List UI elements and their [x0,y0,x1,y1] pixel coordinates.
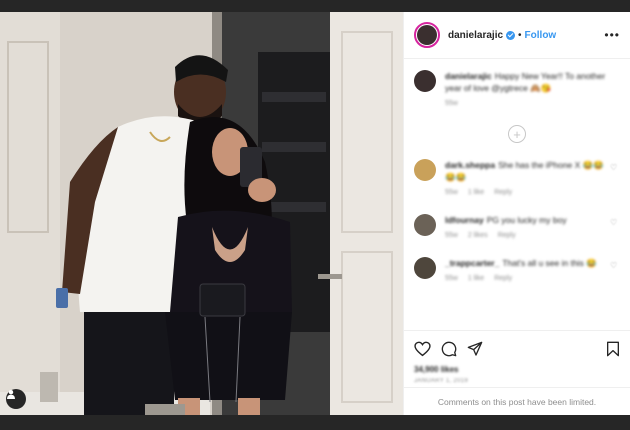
tagged-users-button[interactable] [6,389,26,409]
header-separator: • [518,29,522,41]
comment-avatar[interactable] [414,159,436,181]
user-icon [7,390,15,399]
heart-icon [414,341,431,357]
like-button[interactable] [414,341,431,357]
plus-circle-icon: + [508,125,526,143]
mirror-selfie-image [0,12,403,415]
comment-button[interactable] [441,341,457,357]
comment-username[interactable]: ldfournay [445,215,484,225]
comment-content: PG you lucky my boy [486,215,567,225]
comment-likes[interactable]: 1 like [468,189,484,196]
comment-icon [441,341,457,357]
reply-button[interactable]: Reply [494,275,512,282]
comment-row: ldfournay PG you lucky my boy 55w 2 likes R… [414,214,620,239]
comment-likes[interactable]: 2 likes [468,232,488,239]
comment-like-icon[interactable]: ♡ [610,261,620,270]
share-button[interactable] [467,341,483,357]
comment-content: That's all u see in this 😂 [502,258,597,268]
post-photo[interactable] [0,12,403,415]
caption-age: 55w [445,100,458,107]
comment-row: dark.sheppa She has the iPhone X 😂😂😂😂 55w… [414,159,620,196]
comment-likes[interactable]: 1 like [468,275,484,282]
comment-text: dark.sheppa She has the iPhone X 😂😂😂😂 [445,159,610,183]
more-options-icon[interactable]: ••• [604,28,620,42]
caption-text: danielarajic Happy New Year!! To another … [445,70,620,94]
reply-button[interactable]: Reply [494,189,512,196]
comment-age: 55w [445,275,458,282]
verified-badge-icon [506,30,516,40]
post-actions: 34,900 likes JANUARY 1, 2019 [404,330,630,387]
comment-avatar[interactable] [414,214,436,236]
caption-username[interactable]: danielarajic [445,71,492,81]
caption-avatar[interactable] [414,70,436,92]
share-icon [467,341,483,356]
save-button[interactable] [606,341,620,357]
comment-meta: 55w 1 like Reply [445,275,610,282]
bookmark-icon [607,341,619,357]
comments-limited-notice: Comments on this post have been limited. [404,387,630,415]
post-side-panel: danielarajic • Follow ••• danielarajic Ha… [403,12,630,415]
comment-age: 55w [445,189,458,196]
comment-like-icon[interactable]: ♡ [610,218,620,227]
post-date[interactable]: JANUARY 1, 2019 [414,378,620,384]
likes-count[interactable]: 34,900 likes [414,365,620,374]
caption-row: danielarajic Happy New Year!! To another … [414,70,620,107]
comment-like-icon[interactable]: ♡ [610,163,620,172]
caption-meta: 55w [445,100,620,107]
load-more-comments[interactable]: + [414,125,620,143]
post-header: danielarajic • Follow ••• [404,12,630,59]
comment-username[interactable]: dark.sheppa [445,160,495,170]
comment-age: 55w [445,232,458,239]
comment-row: _trappcarter_ That's all u see in this 😂 … [414,257,620,282]
caption-body: danielarajic Happy New Year!! To another … [445,70,620,107]
comment-text: _trappcarter_ That's all u see in this 😂 [445,257,610,269]
comment-body: ldfournay PG you lucky my boy 55w 2 likes R… [445,214,610,239]
comment-username[interactable]: _trappcarter_ [445,258,499,268]
comment-body: dark.sheppa She has the iPhone X 😂😂😂😂 55w… [445,159,610,196]
comment-body: _trappcarter_ That's all u see in this 😂 … [445,257,610,282]
author-username[interactable]: danielarajic [448,30,503,41]
author-avatar[interactable] [414,22,440,48]
action-icons [414,339,620,359]
post-modal: danielarajic • Follow ••• danielarajic Ha… [0,12,630,415]
comment-meta: 55w 2 likes Reply [445,232,610,239]
comment-text: ldfournay PG you lucky my boy [445,214,610,226]
comments-list[interactable]: danielarajic Happy New Year!! To another … [404,60,630,330]
reply-button[interactable]: Reply [498,232,516,239]
comment-meta: 55w 1 like Reply [445,189,610,196]
follow-button[interactable]: Follow [525,30,557,41]
comment-avatar[interactable] [414,257,436,279]
